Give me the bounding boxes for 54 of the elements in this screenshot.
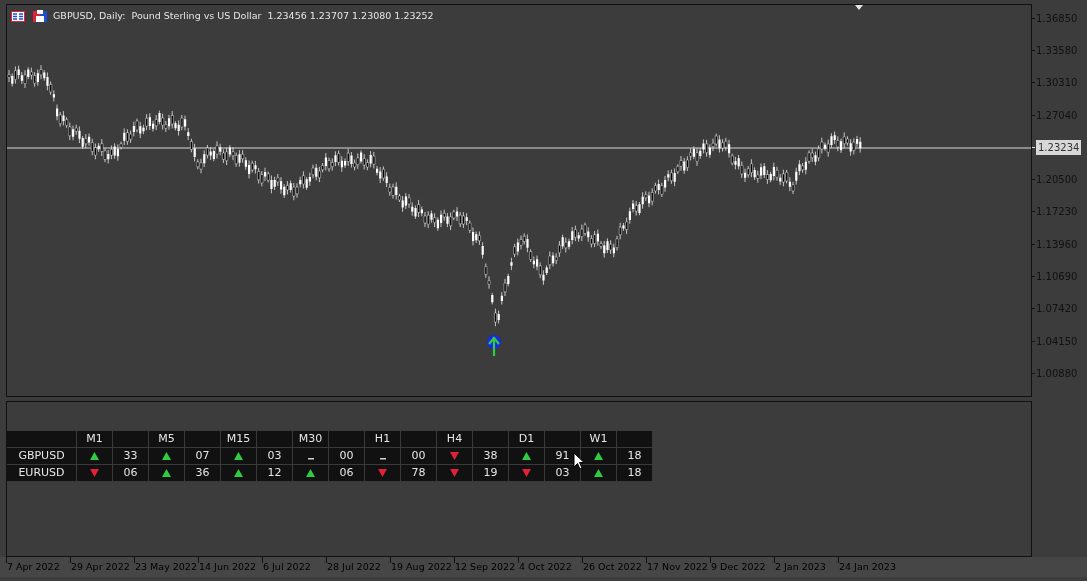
up-triangle-icon bbox=[522, 452, 531, 460]
table-icon bbox=[11, 10, 25, 22]
date-label: 23 May 2022 bbox=[135, 560, 197, 574]
date-label: 9 Dec 2022 bbox=[711, 560, 766, 574]
count-cell: 06 bbox=[329, 465, 365, 482]
count-cell: 07 bbox=[185, 448, 221, 465]
count-cell: 06 bbox=[113, 465, 149, 482]
timeframe-header: W1 bbox=[581, 431, 617, 448]
timeframe-header: H4 bbox=[437, 431, 473, 448]
mouse-cursor-icon bbox=[573, 452, 585, 470]
chart-title: GBPUSD, Daily: Pound Sterling vs US Dollar 1.23456 1.23707 1.23080 1.23252 bbox=[53, 9, 434, 23]
date-label: 24 Jan 2023 bbox=[839, 560, 896, 574]
date-label: 29 Apr 2022 bbox=[71, 560, 130, 574]
date-label: 6 Jul 2022 bbox=[263, 560, 311, 574]
count-cell: 12 bbox=[257, 465, 293, 482]
symbol-cell: EURUSD bbox=[7, 465, 77, 482]
count-cell: 78 bbox=[401, 465, 437, 482]
timeframe-header: D1 bbox=[509, 431, 545, 448]
date-label: 26 Oct 2022 bbox=[583, 560, 642, 574]
count-cell: 19 bbox=[473, 465, 509, 482]
date-label: 7 Apr 2022 bbox=[7, 560, 60, 574]
count-cell: 18 bbox=[617, 465, 653, 482]
count-cell: 38 bbox=[473, 448, 509, 465]
up-triangle-icon bbox=[306, 469, 315, 477]
date-label: 4 Oct 2022 bbox=[519, 560, 572, 574]
dropdown-triangle-icon bbox=[855, 5, 863, 10]
count-cell: 00 bbox=[401, 448, 437, 465]
count-cell: 18 bbox=[617, 448, 653, 465]
down-triangle-icon bbox=[378, 469, 387, 477]
timeframe-header: M30 bbox=[293, 431, 329, 448]
buy-signal-icon bbox=[487, 335, 501, 358]
timeframe-header: M15 bbox=[221, 431, 257, 448]
up-triangle-icon bbox=[90, 452, 99, 460]
date-label: 12 Sep 2022 bbox=[455, 560, 516, 574]
symbol-cell: GBPUSD bbox=[7, 448, 77, 465]
date-label: 14 Jun 2022 bbox=[199, 560, 257, 574]
timeframe-header: M5 bbox=[149, 431, 185, 448]
dash-icon bbox=[379, 458, 386, 460]
dash-icon bbox=[307, 458, 314, 460]
count-cell: 00 bbox=[329, 448, 365, 465]
date-label: 28 Jul 2022 bbox=[327, 560, 381, 574]
date-label: 17 Nov 2022 bbox=[647, 560, 708, 574]
count-cell: 03 bbox=[257, 448, 293, 465]
down-triangle-icon bbox=[90, 469, 99, 477]
timeframe-header: H1 bbox=[365, 431, 401, 448]
floppy-icon bbox=[33, 10, 47, 23]
current-price-label: 1.23234 bbox=[1036, 139, 1082, 155]
count-cell: 03 bbox=[545, 465, 581, 482]
date-label: 2 Jan 2023 bbox=[775, 560, 826, 574]
date-label: 19 Aug 2022 bbox=[391, 560, 452, 574]
timeframe-header: M1 bbox=[77, 431, 113, 448]
count-cell: 33 bbox=[113, 448, 149, 465]
down-triangle-icon bbox=[522, 469, 531, 477]
count-cell: 36 bbox=[185, 465, 221, 482]
